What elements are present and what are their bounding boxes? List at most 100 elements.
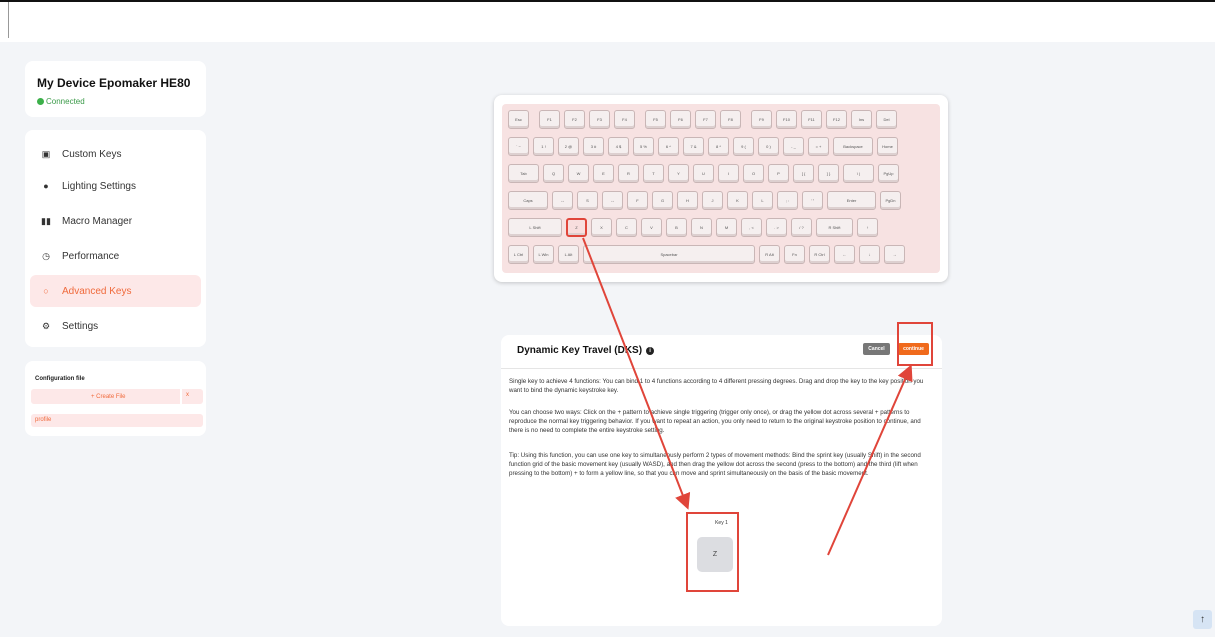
keyboard-key[interactable]: Backspace [833, 137, 873, 156]
keyboard-key[interactable]: H [677, 191, 698, 210]
keyboard-key[interactable]: ↔ [602, 191, 623, 210]
keyboard-key[interactable]: L Shift [508, 218, 562, 237]
keyboard-key[interactable]: → [884, 245, 905, 264]
keyboard-key[interactable]: Caps [508, 191, 548, 210]
keyboard-key[interactable]: U [693, 164, 714, 183]
keyboard-key[interactable]: F11 [801, 110, 822, 129]
sidebar-item-lighting-settings[interactable]: ● Lighting Settings [30, 170, 201, 202]
key-slot-highlight-box [686, 512, 739, 592]
keyboard-key[interactable]: [ { [793, 164, 814, 183]
cancel-button[interactable]: Cancel [863, 343, 890, 355]
keyboard-key[interactable]: ← [834, 245, 855, 264]
scroll-to-top-button[interactable]: ↑ [1193, 610, 1212, 629]
connection-status: Connected [37, 97, 85, 106]
keyboard-key[interactable]: B [666, 218, 687, 237]
keyboard-key[interactable]: T [643, 164, 664, 183]
button-divider [180, 389, 182, 404]
device-card: My Device Epomaker HE80 Connected [25, 61, 206, 117]
sidebar-item-settings[interactable]: ⚙ Settings [30, 310, 201, 342]
import-icon[interactable]: x [186, 392, 189, 398]
keyboard-key[interactable]: F2 [564, 110, 585, 129]
keyboard-key[interactable]: M [716, 218, 737, 237]
keyboard-key[interactable]: Home [877, 137, 898, 156]
keyboard-key[interactable]: F [627, 191, 648, 210]
keyboard-key[interactable]: L [752, 191, 773, 210]
keyboard-key[interactable]: Q [543, 164, 564, 183]
keyboard-key[interactable]: F4 [614, 110, 635, 129]
keyboard-key[interactable]: , < [741, 218, 762, 237]
keyboard-key[interactable]: ↓ [859, 245, 880, 264]
keyboard-key[interactable]: F8 [720, 110, 741, 129]
keyboard-key[interactable]: C [616, 218, 637, 237]
keyboard-key[interactable]: F10 [776, 110, 797, 129]
keyboard-key[interactable]: Spacebar [583, 245, 755, 264]
keyboard-key[interactable]: ] } [818, 164, 839, 183]
keyboard-key[interactable]: 1 ! [533, 137, 554, 156]
keyboard-key[interactable]: 8 * [708, 137, 729, 156]
keyboard-key[interactable]: - _ [783, 137, 804, 156]
keyboard-key[interactable]: F9 [751, 110, 772, 129]
keyboard-key[interactable]: Z [566, 218, 587, 237]
keyboard-key[interactable]: 3 # [583, 137, 604, 156]
keyboard-key[interactable]: \ | [843, 164, 874, 183]
keyboard-key[interactable]: F12 [826, 110, 847, 129]
keyboard-key[interactable]: X [591, 218, 612, 237]
profile-item[interactable]: profile [31, 414, 203, 427]
keyboard-key[interactable]: ' " [802, 191, 823, 210]
keyboard-key[interactable]: Ins [851, 110, 872, 129]
keyboard-key[interactable]: R Alt [759, 245, 780, 264]
keyboard-key[interactable]: L Ctrl [508, 245, 529, 264]
info-icon[interactable]: i [646, 346, 655, 355]
keyboard-key[interactable]: R Shift [816, 218, 853, 237]
keyboard-key[interactable]: Esc [508, 110, 529, 129]
keyboard-key[interactable]: R Ctrl [809, 245, 830, 264]
keyboard-key[interactable]: Tab [508, 164, 539, 183]
keyboard-key[interactable]: 6 ^ [658, 137, 679, 156]
keyboard-key[interactable]: ` ~ [508, 137, 529, 156]
keyboard-key[interactable]: V [641, 218, 662, 237]
keyboard-key[interactable]: K [727, 191, 748, 210]
keyboard-key[interactable]: 9 ( [733, 137, 754, 156]
keyboard-key[interactable]: Y [668, 164, 689, 183]
keyboard-key[interactable]: = + [808, 137, 829, 156]
keyboard-key[interactable]: W [568, 164, 589, 183]
keyboard-key[interactable]: N [691, 218, 712, 237]
keyboard-key[interactable]: Enter [827, 191, 876, 210]
keyboard-key[interactable]: PgDn [880, 191, 901, 210]
keyboard-key[interactable]: F3 [589, 110, 610, 129]
sidebar-item-performance[interactable]: ◷ Performance [30, 240, 201, 272]
keyboard-key[interactable]: ; : [777, 191, 798, 210]
sidebar-item-custom-keys[interactable]: ▣ Custom Keys [30, 138, 201, 170]
keyboard-key[interactable]: F6 [670, 110, 691, 129]
keyboard-key[interactable]: P [768, 164, 789, 183]
keyboard-key[interactable]: F5 [645, 110, 666, 129]
keyboard-key[interactable]: ↔ [552, 191, 573, 210]
keyboard-key[interactable]: F1 [539, 110, 560, 129]
keyboard-key[interactable]: PgUp [878, 164, 899, 183]
keyboard-key[interactable]: 5 % [633, 137, 654, 156]
keyboard-key[interactable]: 2 @ [558, 137, 579, 156]
keyboard-key[interactable]: ↑ [857, 218, 878, 237]
keyboard-key[interactable]: F7 [695, 110, 716, 129]
keyboard-key[interactable]: E [593, 164, 614, 183]
keyboard-key[interactable]: L Alt [558, 245, 579, 264]
keyboard-key[interactable]: G [652, 191, 673, 210]
keyboard-key[interactable]: 0 ) [758, 137, 779, 156]
keyboard-key[interactable]: R [618, 164, 639, 183]
create-file-button[interactable]: + Create File x [31, 389, 203, 404]
keyboard-key[interactable]: . > [766, 218, 787, 237]
keyboard-key[interactable]: Fn [784, 245, 805, 264]
keyboard-key[interactable]: O [743, 164, 764, 183]
keyboard-key[interactable]: Del [876, 110, 897, 129]
top-divider [8, 2, 9, 38]
keyboard-layout: Esc F1 F2 F3 F4 F5 F6 F7 F8 F9 F10 F11 F12 Ins Del ` ~1… [502, 104, 940, 273]
keyboard-key[interactable]: / ? [791, 218, 812, 237]
keyboard-key[interactable]: S [577, 191, 598, 210]
keyboard-key[interactable]: L Win [533, 245, 554, 264]
keyboard-key[interactable]: 7 & [683, 137, 704, 156]
keyboard-key[interactable]: J [702, 191, 723, 210]
sidebar-item-advanced-keys[interactable]: ○ Advanced Keys [30, 275, 201, 307]
sidebar-item-macro-manager[interactable]: ▮▮ Macro Manager [30, 205, 201, 237]
keyboard-key[interactable]: 4 $ [608, 137, 629, 156]
keyboard-key[interactable]: I [718, 164, 739, 183]
